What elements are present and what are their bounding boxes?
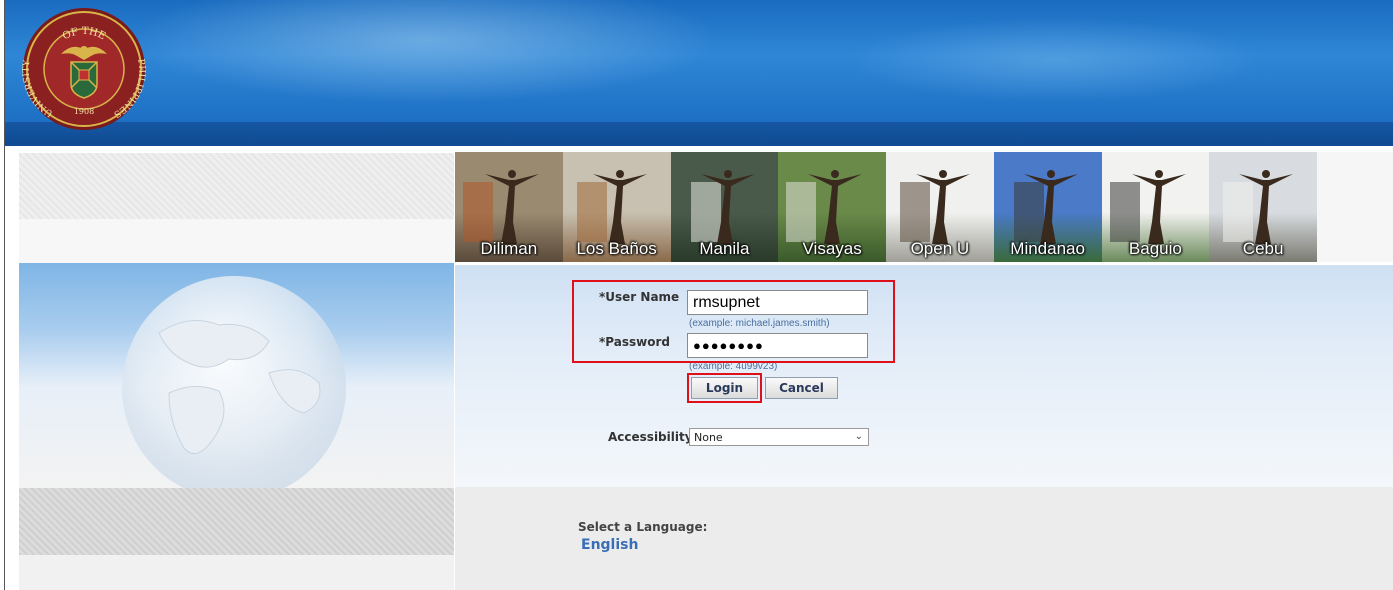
- campus-photo: Los Baños: [562, 152, 671, 262]
- chevron-down-icon: ⌄: [854, 431, 863, 442]
- language-label: Select a Language:: [578, 520, 708, 534]
- campus-photo: Manila: [670, 152, 779, 262]
- accessibility-select[interactable]: None ⌄: [689, 428, 869, 446]
- campus-photo: Cebu: [1209, 152, 1317, 262]
- seal-year: 1908: [74, 107, 94, 116]
- campus-photo: Visayas: [778, 152, 886, 262]
- login-button-highlight: [687, 373, 762, 403]
- header-banner: [5, 0, 1393, 122]
- cancel-button[interactable]: Cancel: [765, 377, 838, 399]
- campus-strip: Diliman Los Baños Manila Visayas Open U Minda…: [455, 152, 1317, 262]
- campus-name-label: Diliman: [480, 239, 538, 258]
- campus-name-label: Manila: [699, 239, 750, 258]
- left-decorative-panel: [19, 153, 454, 590]
- page-frame: OF THE UNIVERSITY PHILIPPINES 1908 Dilim…: [4, 0, 1393, 590]
- campus-photo: Mindanao: [993, 152, 1102, 262]
- campus-photo: Diliman: [455, 152, 563, 262]
- accessibility-selected-value: None: [694, 430, 723, 444]
- header-strip: [5, 122, 1393, 146]
- campus-name-label: Cebu: [1242, 239, 1284, 258]
- campus-name-label: Los Baños: [576, 239, 657, 258]
- campus-name-label: Open U: [910, 239, 970, 258]
- campus-photo: Baguio: [1101, 152, 1210, 262]
- campus-photo: Open U: [886, 152, 994, 262]
- campus-name-label: Mindanao: [1010, 239, 1085, 258]
- language-english-link[interactable]: English: [581, 537, 638, 553]
- university-seal-logo: OF THE UNIVERSITY PHILIPPINES 1908: [22, 8, 146, 130]
- campus-name-label: Visayas: [802, 239, 862, 258]
- accessibility-label: Accessibility: [608, 430, 693, 444]
- campus-name-label: Baguio: [1128, 239, 1182, 258]
- globe-icon: [122, 276, 346, 488]
- credentials-highlight: [572, 280, 895, 363]
- globe-image: [19, 263, 454, 488]
